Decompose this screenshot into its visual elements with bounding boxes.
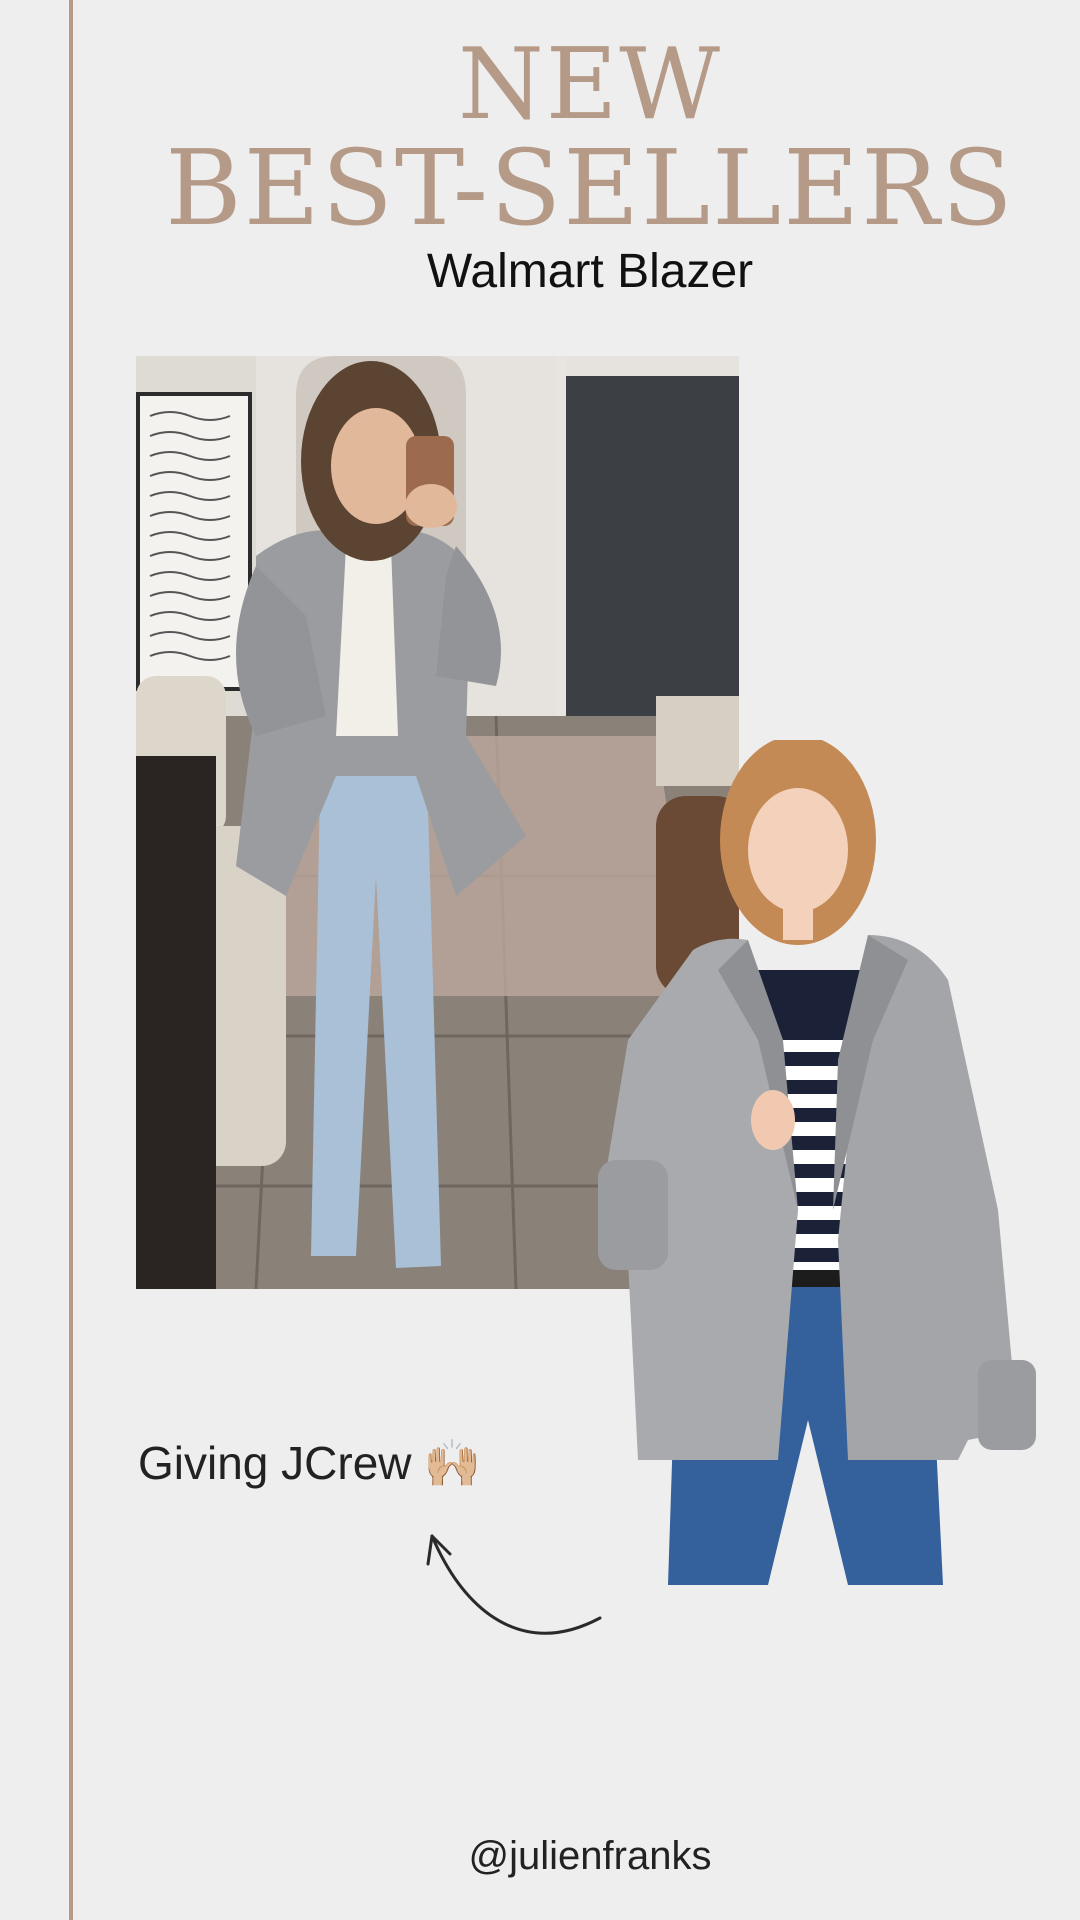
instagram-handle: @julienfranks xyxy=(468,1834,712,1878)
raising-hands-icon: 🙌🏼 xyxy=(423,1437,481,1489)
left-accent-rule xyxy=(69,0,73,1920)
product-photo xyxy=(598,740,1038,1585)
caption-text: Giving JCrew xyxy=(138,1437,412,1489)
headline-line-1: NEW xyxy=(457,28,722,142)
headline-line-2: BEST-SELLERS xyxy=(165,127,1015,249)
subtitle: Walmart Blazer xyxy=(426,245,754,298)
curved-arrow-icon xyxy=(426,1534,602,1635)
caption: Giving JCrew 🙌🏼 xyxy=(138,1440,481,1486)
